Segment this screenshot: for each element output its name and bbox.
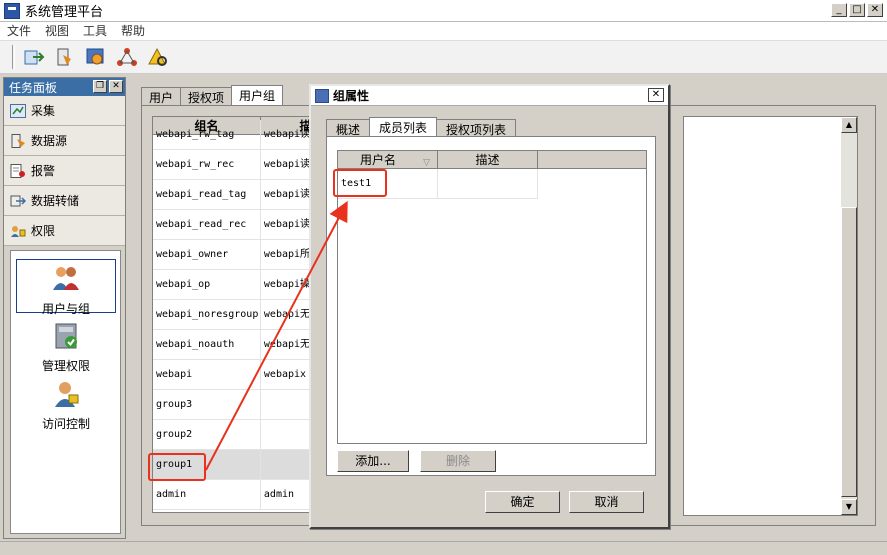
permission-subpanel: 用户与组 管理权限 访问控制 [10,250,121,534]
member-list-header: 用户名 ▽ 描述 [338,151,646,169]
dialog-title: 组属性 [333,89,370,103]
toolbar-grip[interactable] [12,45,15,69]
admin-permission-icon [55,323,77,349]
column-header-member-description[interactable]: 描述 [438,151,538,168]
subitem-admin-permission[interactable]: 管理权限 [16,317,116,374]
cell-group-name: webapi_noresgroup [153,300,261,329]
subitem-users-groups[interactable]: 用户与组 [16,259,116,316]
add-button[interactable]: 添加... [337,450,409,472]
group-properties-dialog: 组属性 ✕ 概述 成员列表 授权项列表 用户名 ▽ 描述 test1 添加...… [309,84,670,529]
cancel-button[interactable]: 取消 [569,491,644,513]
status-bar [0,541,887,555]
dialog-close-icon[interactable]: ✕ [648,88,664,102]
task-item-alarm[interactable]: 报警 [4,156,125,186]
dialog-tabs: 概述 成员列表 授权项列表 [326,117,517,137]
cell-group-name: webapi_rw_rec [153,150,261,179]
subitem-label: 用户与组 [41,302,90,316]
menu-file[interactable]: 文件 [0,22,38,40]
window-title-bar: 系统管理平台 _ □ ✕ [0,0,887,22]
subitem-access-control[interactable]: 访问控制 [16,375,116,432]
cell-group-name: webapi_rw_tag [153,120,261,149]
maximize-button[interactable]: □ [849,3,865,17]
window-title: 系统管理平台 [25,5,104,20]
scroll-up-icon[interactable]: ▲ [841,117,857,133]
task-item-label: 数据源 [31,134,68,148]
vertical-scrollbar[interactable]: ▲ ▼ [841,117,857,515]
highlight-group1 [148,453,206,481]
cell-group-name: webapi_read_tag [153,180,261,209]
tab-authorization[interactable]: 授权项 [180,87,233,105]
restore-icon[interactable]: ❐ [93,80,107,93]
minimize-button[interactable]: _ [831,3,847,17]
task-item-datasource[interactable]: 数据源 [4,126,125,156]
task-item-permission[interactable]: 权限 [4,216,125,246]
scroll-down-icon[interactable]: ▼ [841,499,857,515]
cell-group-name: admin [153,480,261,509]
cell-group-name: webapi_read_rec [153,210,261,239]
cell-group-name: group2 [153,420,261,449]
cell-group-name: group3 [153,390,261,419]
permission-icon [11,225,26,237]
sort-descending-icon: ▽ [423,158,430,168]
menu-bar: 文件 视图 工具 帮助 [0,22,887,40]
detail-list: ▲ ▼ [683,116,858,516]
tab-user-groups[interactable]: 用户组 [231,85,284,105]
datasource-icon [11,133,25,148]
task-item-label: 采集 [31,104,56,118]
cell-group-name: webapi_op [153,270,261,299]
subitem-label: 访问控制 [41,417,90,431]
transfer-icon [10,195,26,206]
column-header-username[interactable]: 用户名 ▽ [338,151,438,168]
task-item-label: 权限 [31,224,56,238]
network-tool-icon[interactable] [113,44,141,70]
import-icon[interactable] [20,44,48,70]
tab-member-list[interactable]: 成员列表 [369,117,438,137]
access-control-icon [55,382,79,407]
subitem-label: 管理权限 [41,359,90,373]
alarm-icon [10,163,25,178]
settings-tool-icon[interactable] [82,44,110,70]
collect-icon [10,103,26,118]
dialog-title-bar: 组属性 ✕ [311,86,668,106]
scroll-thumb[interactable] [841,207,857,497]
toolbar [0,40,887,74]
app-icon [4,2,20,19]
dialog-icon [315,88,329,103]
task-panel: 任务面板 ❐ ✕ 采集 数据源 报警 数据转储 权限 用户与组 管理权限 访问控… [3,77,126,539]
delete-button[interactable]: 删除 [420,450,496,472]
task-item-collect[interactable]: 采集 [4,96,125,126]
users-groups-icon [53,267,79,290]
cell-group-name: webapi [153,360,261,389]
tab-users[interactable]: 用户 [141,87,182,105]
cell-group-name: webapi_owner [153,240,261,269]
main-tabs: 用户 授权项 用户组 [141,85,284,105]
task-item-label: 数据转储 [31,194,80,208]
menu-help[interactable]: 帮助 [114,22,152,40]
highlight-test1 [333,169,387,197]
datasource-tool-icon[interactable] [51,44,79,70]
cell-group-name: webapi_noauth [153,330,261,359]
column-header-username-label: 用户名 [360,153,397,167]
task-panel-title: 任务面板 [9,80,58,95]
cell-member-description [438,169,538,199]
tab-overview[interactable]: 概述 [326,119,371,137]
ok-button[interactable]: 确定 [485,491,560,513]
alarm-tool-icon[interactable] [144,44,172,70]
tab-authorization-list[interactable]: 授权项列表 [436,119,517,137]
task-panel-header: 任务面板 ❐ ✕ [4,78,125,96]
close-button[interactable]: ✕ [867,3,883,17]
window-controls: _ □ ✕ [831,3,883,17]
menu-view[interactable]: 视图 [38,22,76,40]
menu-tools[interactable]: 工具 [76,22,114,40]
task-item-label: 报警 [31,164,56,178]
task-item-transfer[interactable]: 数据转储 [4,186,125,216]
close-icon[interactable]: ✕ [109,80,123,93]
